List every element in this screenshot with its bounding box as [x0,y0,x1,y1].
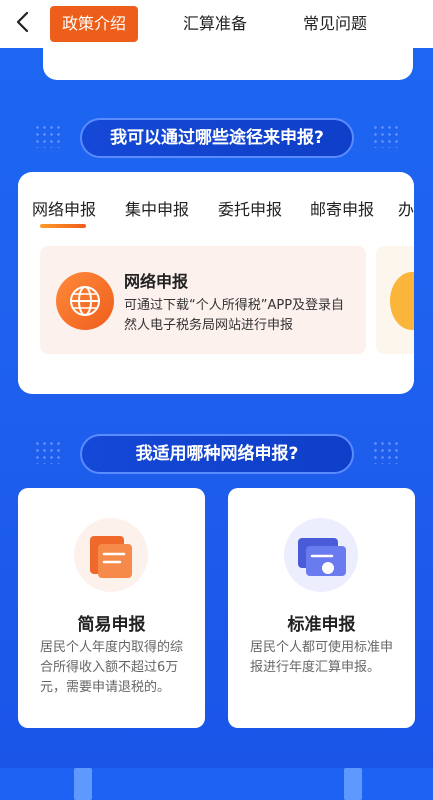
previous-card-bottom [43,48,413,80]
globe-icon [56,272,114,330]
channel-tab-entrusted[interactable]: 委托申报 [218,196,282,220]
card-standard-declaration[interactable]: 标准申报 居民个人都可使用标准申报进行年度汇算申报。 [228,488,415,728]
top-nav: 政策介绍 汇算准备 常见问题 [0,0,433,48]
decor-pillar [74,768,92,800]
tab-policy-intro[interactable]: 政策介绍 [50,6,139,42]
decor-dots [372,124,400,148]
decor-pillar [344,768,362,800]
tab-faq[interactable]: 常见问题 [303,6,367,42]
section-title-channels: 我可以通过哪些途径来申报? [80,118,354,158]
active-tab-indicator [40,224,86,228]
decor-dots [34,440,62,464]
method-description: 可通过下载“个人所得税”APP及登录自然人电子税务局网站进行申报 [124,298,345,333]
card-description: 居民个人年度内取得的综合所得收入额不超过6万元，需要申请退税的。 [40,640,184,695]
card-description: 居民个人都可使用标准申报进行年度汇算申报。 [250,640,394,675]
card-title: 标准申报 [287,615,356,635]
channel-tab-mail[interactable]: 邮寄申报 [310,196,374,220]
decor-dots [34,124,62,148]
form-tap-icon [284,518,358,592]
channels-panel: 网络申报 集中申报 委托申报 邮寄申报 办 网络申报 可通过下载“个人所得税”A… [18,172,414,394]
channel-tab-online[interactable]: 网络申报 [32,196,96,220]
channel-tab-more[interactable]: 办 [398,196,414,220]
tab-preparation[interactable]: 汇算准备 [183,6,247,42]
document-icon [390,272,414,330]
method-card-online[interactable]: 网络申报 可通过下载“个人所得税”APP及登录自然人电子税务局网站进行申报 [40,246,366,354]
method-card-next[interactable] [376,246,414,354]
scroll-icon [74,518,148,592]
method-title: 网络申报 [124,272,189,291]
channel-tab-centralized[interactable]: 集中申报 [125,196,189,220]
section-title-online-type: 我适用哪种网络申报? [80,434,354,474]
back-arrow-icon[interactable] [12,10,36,34]
card-title: 简易申报 [77,615,146,635]
card-simple-declaration[interactable]: 简易申报 居民个人年度内取得的综合所得收入额不超过6万元，需要申请退税的。 [18,488,205,728]
footer-strip [0,768,433,800]
decor-dots [372,440,400,464]
